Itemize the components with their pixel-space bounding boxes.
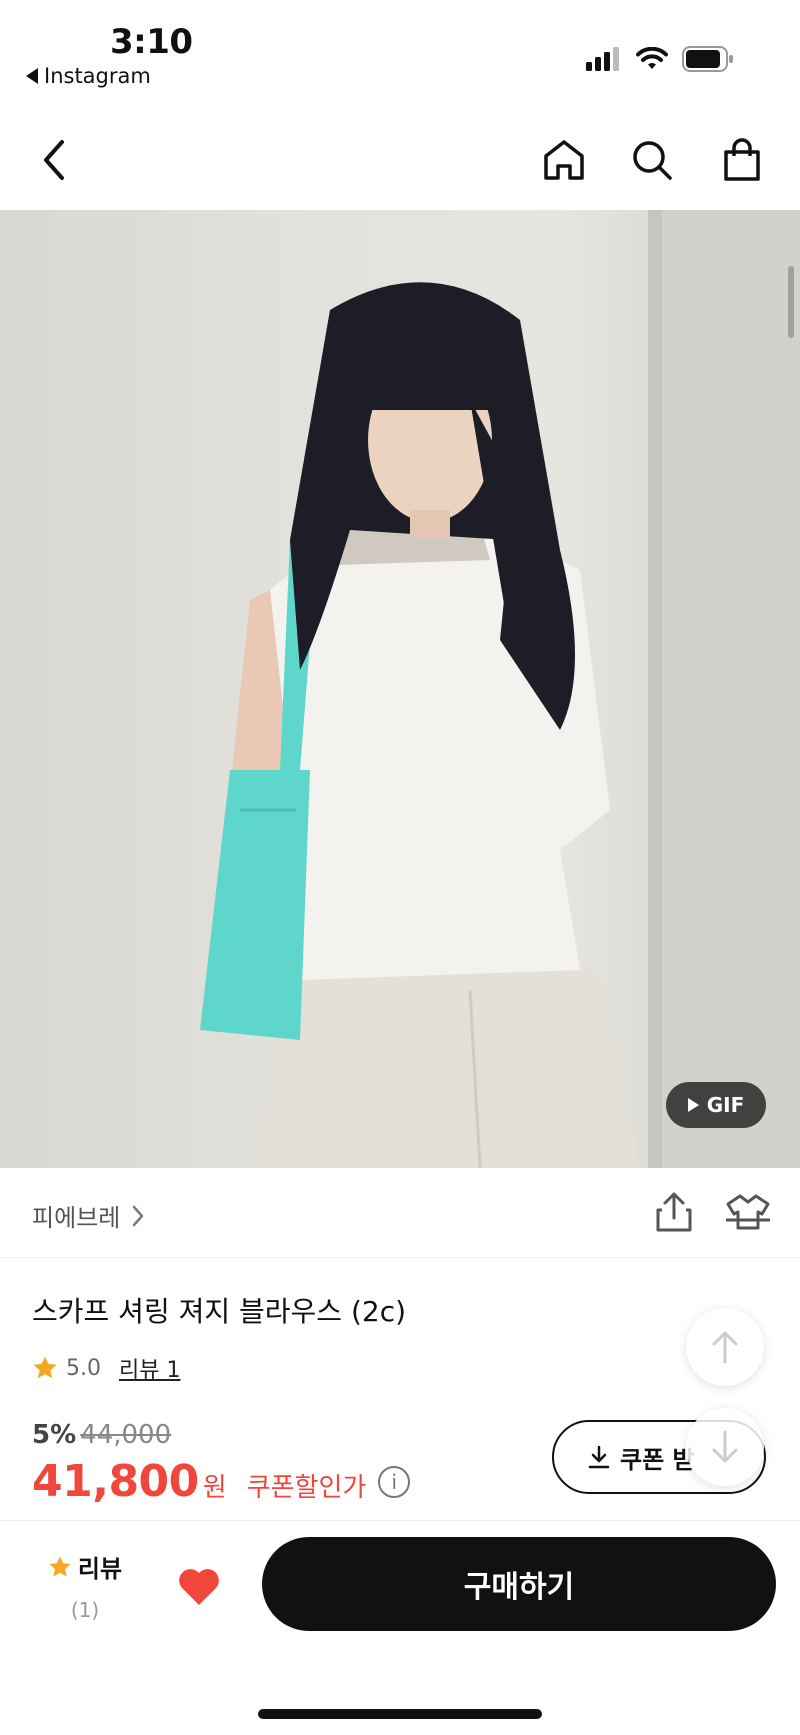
review-summary-label-row: 리뷰: [40, 1549, 130, 1584]
battery-icon: [682, 46, 733, 72]
status-bar: 3:10 Instagram: [0, 0, 800, 100]
gif-label: GIF: [706, 1093, 745, 1117]
arrow-down-icon: [712, 1430, 738, 1463]
review-link[interactable]: 리뷰 1: [119, 1352, 180, 1384]
heart-icon[interactable]: [176, 1563, 222, 1609]
arrow-up-icon: [712, 1331, 738, 1364]
home-icon: [544, 140, 584, 180]
download-icon: [588, 1445, 610, 1469]
discount-row: 5% 44,000: [32, 1420, 171, 1450]
scroll-up-button[interactable]: [686, 1308, 764, 1386]
star-icon: [49, 1555, 71, 1577]
price-row: 41,800 원 쿠폰할인가 i: [32, 1456, 411, 1507]
share-icon[interactable]: [652, 1190, 696, 1234]
gif-play-button[interactable]: GIF: [666, 1082, 766, 1128]
home-indicator: [258, 1709, 542, 1719]
status-time: 3:10: [110, 22, 193, 62]
back-app-label: Instagram: [44, 64, 151, 88]
chevron-right-icon: [133, 1205, 144, 1226]
buy-button[interactable]: 구매하기: [262, 1537, 776, 1631]
coupon-button-label: 쿠폰 받: [620, 1445, 695, 1474]
play-icon: [687, 1098, 699, 1112]
rating-row: 5.0 리뷰 1: [32, 1352, 180, 1384]
wifi-icon: [636, 47, 668, 69]
home-button[interactable]: [536, 132, 592, 188]
product-photo: [200, 210, 800, 1168]
review-summary-count: (1): [70, 1598, 100, 1622]
top-nav: [0, 110, 800, 210]
cart-button[interactable]: [714, 132, 770, 188]
scroll-down-button[interactable]: [686, 1408, 764, 1486]
brand-actions: [652, 1190, 772, 1234]
discount-rate: 5%: [32, 1420, 77, 1450]
star-icon: [33, 1356, 57, 1379]
shopping-bag-icon: [724, 138, 760, 181]
product-image[interactable]: GIF: [0, 210, 800, 1168]
back-triangle-icon: [26, 68, 38, 84]
fitting-icon[interactable]: [724, 1190, 772, 1234]
coupon-price-note: 쿠폰할인가: [246, 1473, 367, 1503]
back-to-app-link[interactable]: Instagram: [26, 64, 151, 88]
review-summary-button[interactable]: 리뷰 (1): [40, 1549, 130, 1622]
review-summary-label: 리뷰: [77, 1555, 123, 1583]
status-icons: [586, 46, 734, 72]
brand-row: 피에브레: [0, 1168, 800, 1258]
product-title: 스카프 셔링 져지 블라우스 (2c): [32, 1295, 407, 1328]
final-price: 41,800: [32, 1456, 199, 1507]
product-page: 3:10 Instagram GIF 피에브레 스카프 셔링 져지 블라우스 (…: [0, 0, 800, 1735]
search-button[interactable]: [624, 132, 680, 188]
image-scroll-indicator: [788, 266, 794, 338]
bottom-action-bar: 리뷰 (1) 구매하기: [0, 1520, 800, 1735]
brand-name: 피에브레: [32, 1204, 121, 1232]
original-price: 44,000: [80, 1420, 172, 1450]
search-icon: [633, 141, 672, 180]
rating-value: 5.0: [66, 1355, 101, 1381]
currency-label: 원: [202, 1473, 227, 1503]
info-icon[interactable]: i: [378, 1465, 411, 1498]
back-chevron-icon: [44, 140, 64, 180]
brand-link[interactable]: 피에브레: [32, 1198, 144, 1233]
signal-icon: [586, 47, 619, 71]
back-button[interactable]: [26, 132, 82, 188]
